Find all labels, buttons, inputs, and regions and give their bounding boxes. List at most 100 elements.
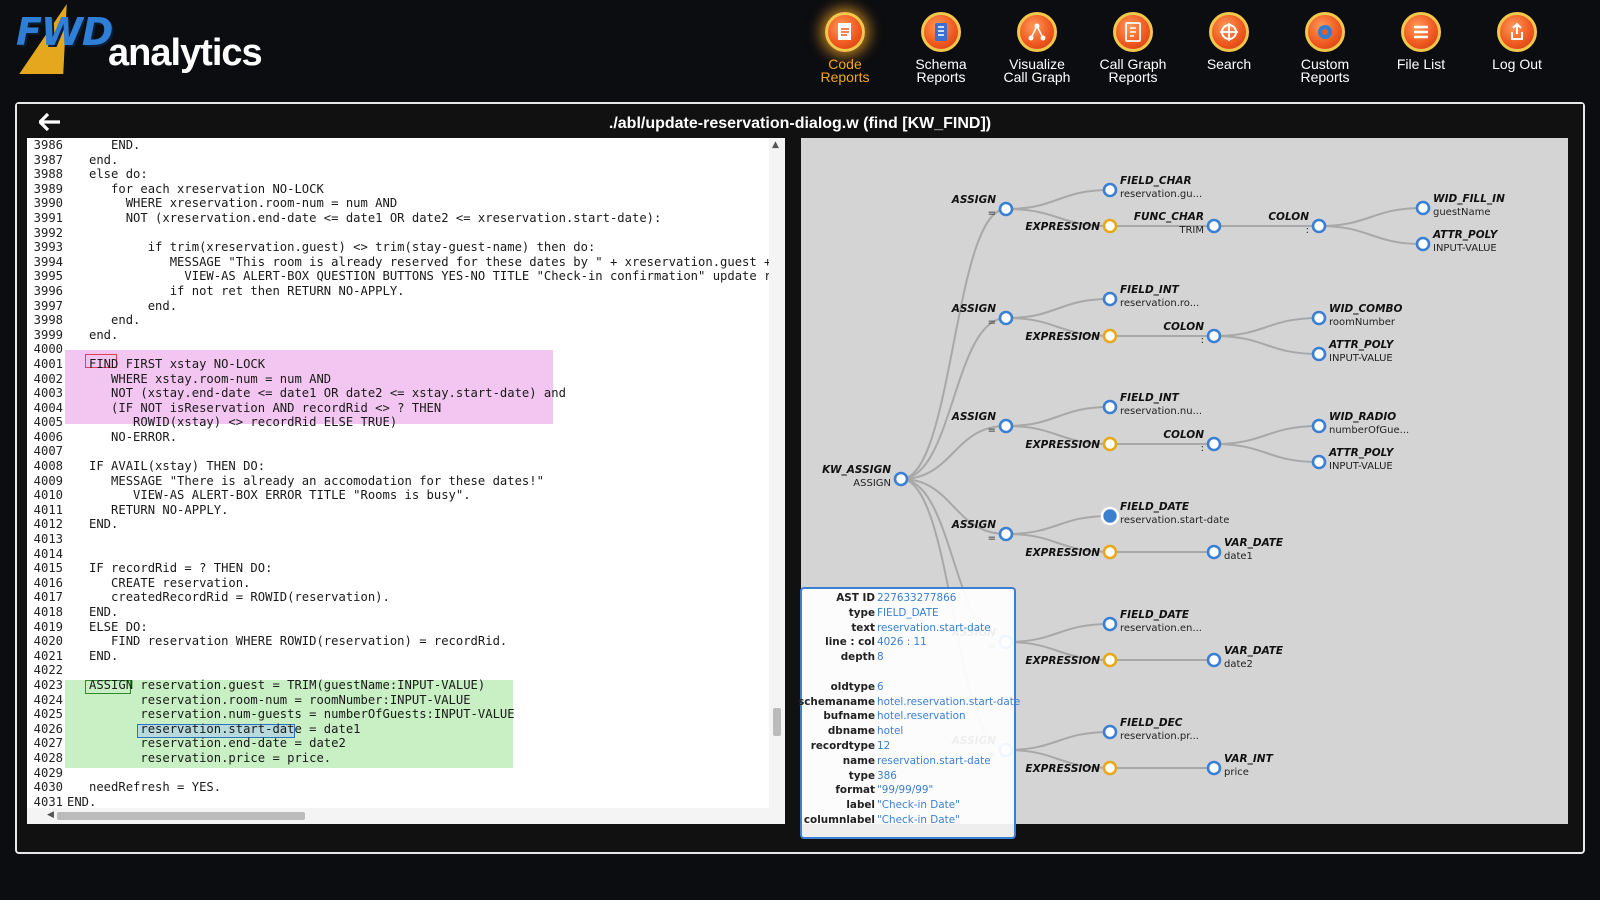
ast-node-label: FIELD_INT	[1120, 284, 1180, 296]
line-number: 3986	[33, 138, 63, 152]
ast-edge	[1318, 207, 1424, 227]
source-code-pane[interactable]: 3986 END. 3987 end. 3988 else do: 3989 for …	[27, 138, 785, 824]
ast-node-a1c[interactable]: COLON:	[1268, 211, 1327, 236]
ast-node-a5v[interactable]: VAR_DATE date2	[1206, 645, 1284, 670]
ast-node-a3c[interactable]: COLON:	[1163, 429, 1222, 454]
ast-node-a1f[interactable]: FIELD_CHAR reservation.gu...	[1102, 175, 1202, 200]
scroll-left-icon[interactable]: ◀	[47, 810, 54, 820]
ast-node-circle[interactable]	[1102, 399, 1118, 415]
tooltip-row: recordtype 12	[802, 739, 1014, 754]
ast-node-a1p[interactable]: ATTR_POLY INPUT-VALUE	[1415, 229, 1499, 254]
horizontal-scroll-thumb[interactable]	[57, 812, 305, 820]
nav-log-out[interactable]: Log Out	[1472, 12, 1562, 71]
ast-node-circle[interactable]	[1102, 652, 1118, 668]
code-line: 4013	[27, 532, 785, 547]
ast-node-sublabel: :	[1201, 443, 1204, 454]
ast-node-a6v[interactable]: VAR_INTprice	[1206, 753, 1274, 778]
ast-node-a3w[interactable]: WID_RADIO numberOfGue...	[1311, 411, 1409, 436]
code-line: 4026 reservation.start-date = date1	[27, 722, 785, 737]
code-line: 3999 end.	[27, 328, 785, 343]
line-text: NO-ERROR.	[67, 429, 178, 444]
ast-node-a3p[interactable]: ATTR_POLY INPUT-VALUE	[1311, 447, 1395, 472]
tooltip-value: 4026 : 11	[877, 636, 927, 649]
ast-node-circle[interactable]	[1102, 328, 1118, 344]
ast-node-circle[interactable]	[1206, 544, 1222, 560]
ast-node-circle[interactable]	[1311, 218, 1327, 234]
nav-file-list[interactable]: File List	[1376, 12, 1466, 71]
ast-node-a2c[interactable]: COLON:	[1163, 321, 1222, 346]
nav-schema-reports[interactable]: Schema Reports	[896, 12, 986, 84]
line-text: IF AVAIL(xstay) THEN DO:	[67, 459, 266, 474]
ast-node-a1[interactable]: ASSIGN =	[951, 194, 1014, 219]
ast-node-circle[interactable]	[1206, 218, 1222, 234]
ast-node-a4f[interactable]: FIELD_DATE reservation.start-date	[1100, 501, 1229, 526]
nav-visualize-call-graph[interactable]: Visualize Call Graph	[992, 12, 1082, 84]
nav-call-graph-reports[interactable]: Call Graph Reports	[1088, 12, 1178, 84]
ast-node-a2f[interactable]: FIELD_INT reservation.ro...	[1102, 284, 1199, 309]
tooltip-key: type	[848, 606, 875, 619]
vertical-scrollbar[interactable]: ▲ ▼	[769, 138, 785, 824]
nav-label: Custom Reports	[1300, 56, 1350, 85]
line-text: END.	[67, 517, 119, 532]
ast-edge	[1318, 225, 1424, 245]
horizontal-scrollbar[interactable]: ◀ ▶	[27, 808, 785, 824]
ast-node-circle[interactable]	[1311, 418, 1327, 434]
ast-node-circle[interactable]	[1102, 760, 1118, 776]
nav-search[interactable]: Search	[1184, 12, 1274, 71]
ast-node-label: VAR_INT	[1224, 753, 1274, 765]
code-line: 4029	[27, 766, 785, 781]
nav-code-reports[interactable]: Code Reports	[800, 12, 890, 84]
ast-node-circle[interactable]	[1311, 310, 1327, 326]
nav-label: Code Reports	[820, 56, 870, 85]
line-number: 4029	[33, 765, 63, 780]
ast-node-a3f[interactable]: FIELD_INT reservation.nu...	[1102, 392, 1202, 417]
ast-node-circle[interactable]	[1206, 436, 1222, 452]
ast-node-a4[interactable]: ASSIGN =	[951, 519, 1014, 544]
ast-node-circle[interactable]	[998, 418, 1014, 434]
line-number: 4017	[33, 590, 63, 605]
ast-node-circle[interactable]	[998, 201, 1014, 217]
vertical-scroll-thumb[interactable]	[773, 708, 781, 736]
ast-node-circle[interactable]	[1102, 616, 1118, 632]
ast-node-circle[interactable]	[1102, 182, 1118, 198]
ast-node-a2p[interactable]: ATTR_POLY INPUT-VALUE	[1311, 339, 1395, 364]
ast-node-circle[interactable]	[1102, 218, 1118, 234]
ast-node-circle[interactable]	[1102, 291, 1118, 307]
ast-node-circle[interactable]	[998, 310, 1014, 326]
ast-node-circle[interactable]	[1100, 506, 1120, 526]
line-number: 3991	[33, 210, 63, 225]
ast-node-circle[interactable]	[1206, 760, 1222, 776]
ast-edge	[1005, 406, 1111, 427]
ast-node-circle[interactable]	[1311, 454, 1327, 470]
ast-node-circle[interactable]	[1206, 328, 1222, 344]
scroll-up-icon[interactable]: ▲	[772, 140, 779, 150]
ast-node-circle[interactable]	[1415, 236, 1431, 252]
ast-node-circle[interactable]	[1102, 436, 1118, 452]
ast-node-circle[interactable]	[893, 471, 909, 487]
tooltip-value: 8	[877, 651, 884, 664]
ast-node-label: COLON	[1163, 321, 1204, 333]
ast-node-a6f[interactable]: FIELD_DEC reservation.pr...	[1102, 717, 1199, 742]
ast-node-label: EXPRESSION	[1025, 439, 1100, 451]
nav-custom-reports[interactable]: Custom Reports	[1280, 12, 1370, 84]
ast-node-root[interactable]: KW_ASSIGN ASSIGN	[822, 464, 909, 489]
code-line: 4004 (IF NOT isReservation AND recordRid…	[27, 401, 785, 416]
ast-node-a5f[interactable]: FIELD_DATE reservation.en...	[1102, 609, 1202, 634]
ast-node-circle[interactable]	[1311, 346, 1327, 362]
ast-node-circle[interactable]	[1206, 652, 1222, 668]
ast-node-circle[interactable]	[1102, 724, 1118, 740]
ast-node-circle[interactable]	[1102, 544, 1118, 560]
ast-node-a1fc[interactable]: FUNC_CHAR TRIM	[1134, 211, 1222, 236]
line-text: WHERE xstay.room-num = num AND	[67, 371, 332, 386]
ast-node-sublabel: INPUT-VALUE	[1433, 243, 1497, 254]
tooltip-row: schemaname hotel.reservation.start-date	[798, 695, 1020, 710]
ast-node-label: FUNC_CHAR	[1134, 211, 1204, 223]
code-line: 4020 FIND reservation WHERE ROWID(reserv…	[27, 634, 785, 649]
ast-node-a3[interactable]: ASSIGN =	[951, 411, 1014, 436]
ast-node-a1w[interactable]: WID_FILL_IN guestName	[1415, 193, 1505, 218]
line-text: IF recordRid = ? THEN DO:	[67, 561, 273, 576]
ast-node-a2w[interactable]: WID_COMBO roomNumber	[1311, 303, 1403, 328]
ast-node-circle[interactable]	[998, 526, 1014, 542]
ast-node-a4v[interactable]: VAR_DATE date1	[1206, 537, 1284, 562]
ast-node-circle[interactable]	[1415, 200, 1431, 216]
